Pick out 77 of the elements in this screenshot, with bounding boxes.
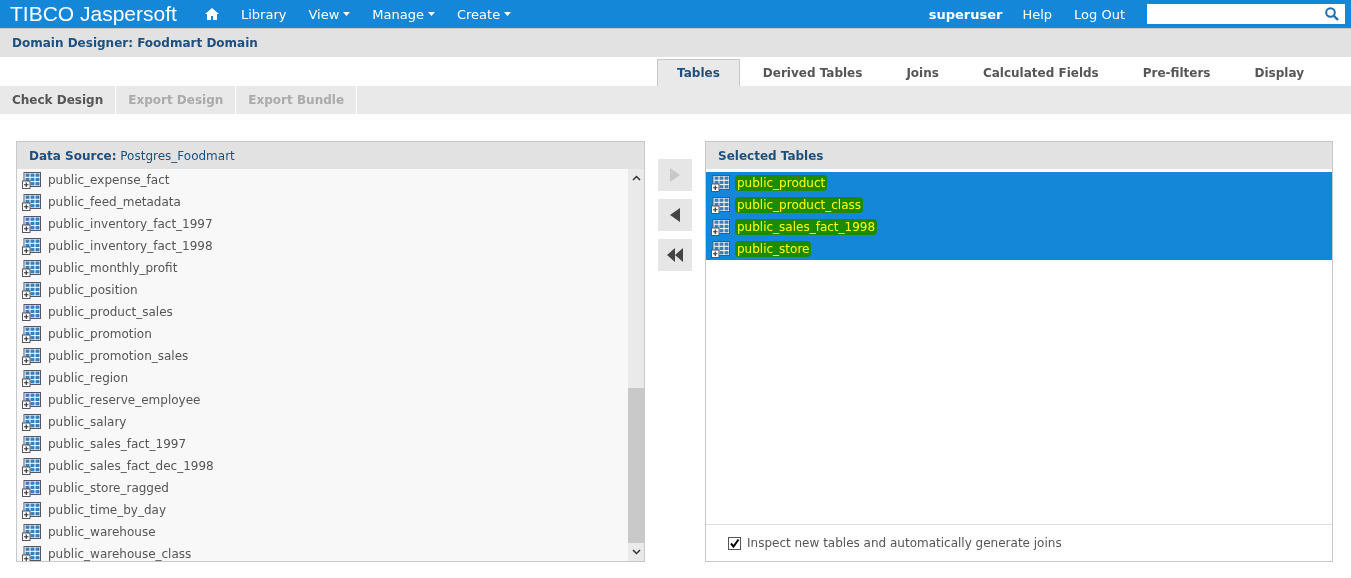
table-icon (711, 240, 730, 258)
table-list-item[interactable]: public_sales_fact_dec_1998 (46, 458, 216, 474)
table-icon (22, 237, 41, 255)
scroll-up-icon[interactable] (631, 175, 641, 181)
tab[interactable]: Calculated Fields (961, 59, 1120, 86)
nav-menu-item[interactable]: Create (456, 6, 512, 22)
table-list-item[interactable]: public_monthly_profit (46, 260, 180, 276)
user-name[interactable]: superuser (928, 6, 1003, 22)
tab[interactable]: Display (1233, 59, 1325, 86)
table-list-item[interactable]: public_salary (46, 414, 129, 430)
table-icon (22, 479, 41, 497)
table-icon (22, 215, 41, 233)
scrollbar[interactable] (628, 169, 644, 561)
selected-table-row[interactable]: public_product (706, 172, 1332, 194)
table-icon (22, 193, 41, 211)
brand-logo[interactable]: TIBCO Jaspersoft (10, 2, 205, 26)
toolbar-button[interactable]: Check Design (0, 86, 117, 114)
nav-menu-item[interactable]: Manage (372, 6, 435, 22)
table-list-item[interactable]: public_expense_fact (46, 172, 172, 188)
table-list-item[interactable]: public_time_by_day (46, 502, 168, 518)
table-list-item[interactable]: public_promotion_sales (46, 348, 191, 364)
table-icon (22, 347, 41, 365)
table-list-item[interactable]: public_promotion (46, 326, 154, 342)
search-icon (1325, 7, 1339, 21)
tab[interactable]: Joins (885, 59, 960, 86)
tab[interactable]: Pre-filters (1121, 59, 1232, 86)
table-list-item[interactable]: public_feed_metadata (46, 194, 183, 210)
panel-title: Data Source: Postgres_Foodmart (29, 148, 235, 163)
checkbox-label: Inspect new tables and automatically generate joins (747, 536, 1062, 550)
table-icon (22, 281, 41, 299)
table-icon (711, 218, 730, 236)
double-left-arrow-icon (667, 248, 683, 262)
table-icon (22, 391, 41, 409)
table-name: public_sales_fact_1998 (735, 219, 878, 235)
table-list-item[interactable]: public_region (46, 370, 131, 386)
scroll-down-icon[interactable] (631, 549, 641, 555)
table-icon (711, 196, 730, 214)
nav-menu-item[interactable]: Library (241, 6, 287, 22)
table-list-item[interactable]: public_warehouse_class (46, 546, 194, 561)
nav-menu-item[interactable]: View (308, 6, 351, 22)
left-arrow-icon (670, 208, 680, 222)
selected-table-row[interactable]: public_store (706, 238, 1332, 260)
panel-title: Selected Tables (718, 148, 824, 163)
header-link[interactable]: Log Out (1074, 6, 1125, 22)
table-list-item[interactable]: public_product_sales (46, 304, 175, 320)
right-arrow-icon (670, 168, 680, 182)
table-icon (22, 325, 41, 343)
table-name: public_product (735, 175, 828, 191)
home-icon[interactable] (205, 8, 219, 20)
header-link[interactable]: Help (1022, 6, 1053, 22)
table-icon (22, 435, 41, 453)
tab[interactable]: Tables (657, 59, 740, 86)
search-field[interactable] (1147, 4, 1345, 24)
move-button[interactable] (658, 239, 692, 271)
tab[interactable]: Derived Tables (741, 59, 884, 86)
table-icon (22, 259, 41, 277)
table-name: public_store (735, 241, 812, 257)
table-list-item[interactable]: public_position (46, 282, 140, 298)
table-list-item[interactable]: public_inventory_fact_1998 (46, 238, 215, 254)
table-icon (22, 457, 41, 475)
table-list-item[interactable]: public_warehouse (46, 524, 158, 540)
table-icon (22, 303, 41, 321)
selected-table-row[interactable]: public_sales_fact_1998 (706, 216, 1332, 238)
checkbox[interactable] (728, 536, 741, 550)
table-icon (22, 413, 41, 431)
table-list-item[interactable]: public_store_ragged (46, 480, 171, 496)
selected-table-row[interactable]: public_product_class (706, 194, 1332, 216)
table-icon (711, 174, 730, 192)
table-icon (22, 523, 41, 541)
table-name: public_product_class (735, 197, 864, 213)
page-title: Domain Designer: Foodmart Domain (12, 36, 258, 50)
table-icon (22, 369, 41, 387)
move-button[interactable] (658, 199, 692, 231)
table-icon (22, 501, 41, 519)
table-list-item[interactable]: public_sales_fact_1997 (46, 436, 189, 452)
table-list-item[interactable]: public_reserve_employee (46, 392, 203, 408)
table-list-item[interactable]: public_inventory_fact_1997 (46, 216, 215, 232)
